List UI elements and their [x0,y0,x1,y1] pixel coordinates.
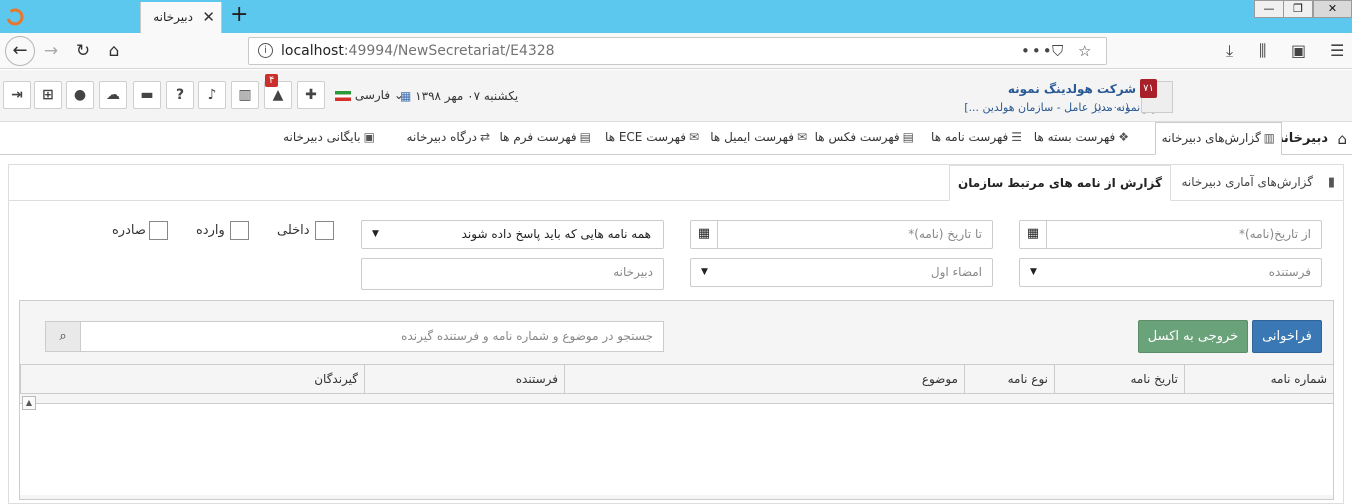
reload-icon[interactable]: ↻ [70,38,96,64]
company-name[interactable]: شرکت هولدینگ نمونه [1008,82,1136,96]
column-sender[interactable]: فرستنده [364,365,564,393]
calendar-icon: ▦ [400,89,412,103]
minimize-icon[interactable]: — [1254,0,1284,18]
notification-badge: ۴ [265,74,279,87]
exchange-icon: ⇄ [479,130,490,144]
nav-packages[interactable]: ❖فهرست بسته ها [1034,122,1129,155]
org-chart-icon[interactable]: ⊞ [34,81,62,109]
internal-checkbox[interactable] [315,221,334,240]
list-alt-icon: ▤ [579,130,591,144]
outgoing-checkbox[interactable] [149,221,168,240]
microphone-icon[interactable]: ♪ [198,81,226,109]
nav-archive[interactable]: ▣بایگانی دبیرخانه [283,122,375,155]
outgoing-label: صادره [112,223,146,238]
chat-icon[interactable]: ☁ [99,81,127,109]
forward-icon[interactable]: → [38,38,64,64]
letter-filter-select[interactable]: ▼ همه نامه هایی که باید پاسخ داده شوند [361,220,664,249]
fax-icon: ▤ [902,130,914,144]
close-icon[interactable]: ✕ [202,8,215,26]
nav-forms[interactable]: ▤فهرست فرم ها [500,122,591,155]
envelope-icon: ✉ [796,130,807,144]
table-header: شماره نامه تاریخ نامه نوع نامه موضوع فرس… [20,364,1333,394]
library-icon[interactable]: ⫼ [1259,41,1266,61]
home-icon[interactable]: ⌂ [101,38,127,64]
export-excel-button[interactable]: خروجی به اکسل [1138,320,1248,353]
new-tab-icon[interactable]: + [230,3,248,27]
menu-icon[interactable]: ☰ [1330,41,1344,60]
from-date-field[interactable]: ▦ از تاریخ(نامه)* [1019,220,1322,249]
tab-statistical-reports[interactable]: گزارش‌های آماری دبیرخانه [1174,165,1322,201]
column-letter-date[interactable]: تاریخ نامه [1054,365,1184,393]
info-icon[interactable]: i [258,43,273,58]
more-icon[interactable]: ••• [1021,42,1054,60]
caret-down-icon: ▼ [1030,267,1037,277]
nav-letters[interactable]: ☰فهرست نامه ها [931,122,1022,155]
pocket-icon[interactable]: ⛉ [1052,42,1063,60]
calendar-icon[interactable]: ▦ [691,221,718,248]
caret-down-icon: ▼ [372,229,379,239]
nav-faxes[interactable]: ▤فهرست فکس ها [815,122,914,155]
module-title[interactable]: دبیرخانه [1276,131,1328,146]
scroll-up-icon[interactable]: ▲ [22,396,36,410]
nav-emails[interactable]: ✉فهرست ایمیل ها [710,122,807,155]
user-info[interactable]: [کاربر نمونه مدیر عامل - سازمان هولدین .… [964,101,1171,114]
fetch-button[interactable]: فراخوانی [1252,320,1322,353]
nav-gateway[interactable]: ⇄درگاه دبیرخانه [407,122,490,155]
table-body [20,403,1333,495]
cubes-icon: ❖ [1118,130,1129,144]
user-icon[interactable]: ● [66,81,94,109]
language-label: فارسی [354,88,391,102]
search-icon[interactable]: ⌕ [45,321,81,352]
help-icon[interactable]: ? [166,81,194,109]
browser-tab[interactable]: دبیرخانه ✕ [140,2,222,33]
tab-related-letters-report[interactable]: گزارش از نامه های مرتبط سازمان [948,165,1171,201]
sender-select[interactable]: ▼ فرستنده [1019,258,1322,287]
caret-down-icon: ▼ [701,267,708,277]
date-display: یکشنبه ۰۷ مهر ۱۳۹۸ ▦ [400,89,519,103]
flag-icon [335,90,351,101]
url-bar[interactable]: i localhost:49994/NewSecretariat/E4328 •… [248,37,1107,65]
version-label: (۱.۰.۰.۰) [1094,103,1129,113]
browser-titlebar: دبیرخانه ✕ + — ❐ ✕ [0,0,1352,33]
user-count-badge: ۷۱ [1140,79,1157,98]
list-icon: ☰ [1011,130,1022,144]
home-icon[interactable]: ⌂ [1337,130,1347,148]
first-signer-select[interactable]: ▼ امضاء اول [690,258,993,287]
module-nav: ⌂ دبیرخانه ▥گزارش‌های دبیرخانه ❖فهرست بس… [0,122,1352,155]
url-text: localhost:49994/NewSecretariat/E4328 [281,43,555,59]
search-input[interactable]: جستجو در موضوع و شماره نامه و فرستنده گی… [80,321,664,352]
comment-icon[interactable]: ▬ [133,81,161,109]
archive-icon: ▣ [363,130,375,144]
calendar-icon[interactable]: ▦ [1020,221,1047,248]
logout-icon[interactable]: ⇥ [3,81,31,109]
envelope-icon: ✉ [688,130,699,144]
report-icon: ▥ [1263,131,1275,145]
secretariat-input[interactable]: دبیرخانه [361,258,664,290]
download-icon[interactable]: ⤓ [1226,41,1233,61]
language-select[interactable]: ⌄ فارسی [332,88,404,102]
app-logo-icon [6,8,24,26]
incoming-label: وارده [196,223,225,238]
sidebar-icon[interactable]: ▣ [1291,41,1306,60]
browser-navbar: ← → ↻ ⌂ i localhost:49994/NewSecretariat… [0,33,1352,69]
subtabs: ▮ گزارش‌های آماری دبیرخانه گزارش از نامه… [9,165,1343,201]
incoming-checkbox[interactable] [230,221,249,240]
restore-icon[interactable]: ❐ [1283,0,1313,18]
internal-label: داخلی [277,223,310,238]
to-date-field[interactable]: ▦ تا تاریخ (نامه)* [690,220,993,249]
nav-secretariat-reports[interactable]: ▥گزارش‌های دبیرخانه [1154,122,1282,155]
back-icon[interactable]: ← [5,36,35,66]
bar-chart-icon: ▮ [1327,175,1335,190]
puzzle-icon[interactable]: ✚ [297,81,325,109]
column-letter-type[interactable]: نوع نامه [964,365,1054,393]
chart-icon[interactable]: ▥ [231,81,259,109]
window-close-icon[interactable]: ✕ [1313,0,1352,18]
column-letter-number[interactable]: شماره نامه [1184,365,1333,393]
bookmark-star-icon[interactable]: ☆ [1078,42,1091,60]
column-subject[interactable]: موضوع [564,365,964,393]
nav-ece[interactable]: ✉فهرست ECE ها [605,122,699,155]
column-recipients[interactable]: گیرندگان [20,365,364,393]
tab-title: دبیرخانه [153,10,193,24]
